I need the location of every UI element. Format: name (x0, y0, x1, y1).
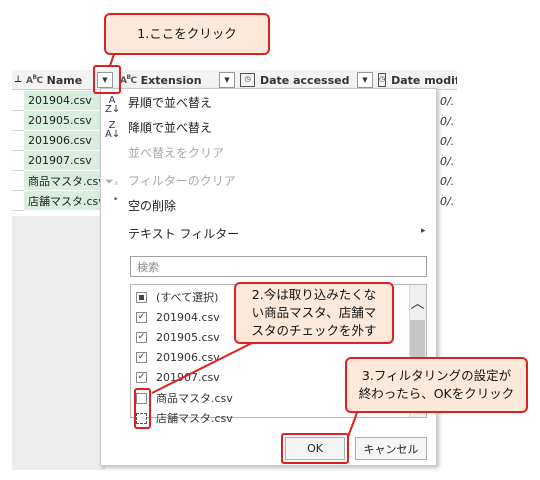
list-item-label: (すべて選択) (156, 291, 219, 304)
column-date-accessed-label: Date accessed (260, 73, 350, 87)
checkbox-checked[interactable]: ✓ (136, 311, 147, 323)
grid-empty-area (12, 216, 105, 470)
column-name-label: Name (46, 73, 83, 87)
menu-item-text-filter[interactable]: テキスト フィルター (128, 225, 239, 242)
date-modified-cell: 0/. (440, 154, 455, 168)
calendar-clock-icon: ◷ (378, 73, 387, 87)
cancel-button[interactable]: キャンセル (355, 437, 427, 460)
callout-text: スタのチェックを外す (251, 323, 377, 338)
table-row-cell[interactable]: 201905.csv (24, 111, 104, 131)
callout-text: 終わったら、OKをクリック (358, 386, 515, 401)
clear-filter-icon: ⏷ₓ (105, 175, 119, 188)
table-row-cell[interactable]: 201907.csv (24, 151, 104, 171)
column-date-modified-label: Date modifi (391, 73, 457, 87)
menu-item-sort-descending[interactable]: 降順で並べ替え (128, 119, 212, 136)
scrollbar-thumb[interactable] (410, 320, 425, 360)
date-modified-cell: 0/. (440, 94, 455, 108)
menu-item-sort-ascending[interactable]: 昇順で並べ替え (128, 94, 212, 111)
column-header-date-accessed[interactable]: ◷ Date accessed (240, 70, 352, 90)
list-item-label: 201905.csv (156, 330, 220, 344)
callout-text: 3.フィルタリングの設定が (361, 368, 512, 383)
row-number-cell (12, 151, 24, 171)
list-item[interactable]: ✓ 201905.csv (136, 328, 220, 346)
checkbox-checked[interactable]: ✓ (136, 331, 147, 343)
table-row-cell[interactable]: 商品マスタ.csv (24, 171, 104, 191)
checkbox-checked[interactable]: ✓ (136, 351, 147, 363)
list-item-label: 201906.csv (156, 350, 220, 364)
column-extension-label: Extension (140, 73, 202, 87)
highlight-ok-button (281, 433, 349, 464)
list-item[interactable]: ✓ 201904.csv (136, 308, 220, 326)
highlight-filter-button (93, 65, 121, 94)
table-row-cell[interactable]: 201906.csv (24, 131, 104, 151)
date-accessed-filter-button[interactable]: ▼ (357, 70, 375, 90)
sort-ascending-icon: A Z↓ (105, 95, 121, 115)
date-modified-cell: 0/. (440, 134, 455, 148)
table-row-cell[interactable]: 201904.csv (24, 91, 104, 111)
menu-item-clear-filter[interactable]: フィルターのクリア (128, 172, 236, 189)
list-item-label: 201904.csv (156, 310, 220, 324)
checkbox-partial[interactable] (136, 291, 147, 303)
column-header-date-modified[interactable]: ◷ Date modifi (378, 70, 457, 90)
callout-step-2: 2.今は取り込みたくな い商品マスタ、店舗マ スタのチェックを外す (234, 282, 394, 344)
row-number-cell (12, 111, 24, 131)
column-header-extension[interactable]: ABC Extension (120, 70, 220, 90)
callout-step-3: 3.フィルタリングの設定が 終わったら、OKをクリック (345, 357, 528, 413)
scroll-up-icon[interactable]: ︿ (409, 293, 426, 319)
list-item-label: 商品マスタ.csv (156, 392, 233, 405)
date-modified-cell: 0/. (440, 174, 455, 188)
submenu-arrow-icon: ▸ (421, 226, 426, 236)
filter-dropdown-icon: ▼ (357, 72, 373, 88)
list-item-label: 201907.csv (156, 370, 220, 384)
menu-item-clear-sort[interactable]: 並べ替えをクリア (128, 144, 224, 161)
text-type-icon: ABC (26, 74, 43, 86)
row-number-cell (12, 131, 24, 151)
callout-text: 2.今は取り込みたくな (251, 287, 377, 302)
highlight-checkboxes (134, 388, 151, 429)
extension-filter-button[interactable]: ▼ (219, 70, 237, 90)
list-item-select-all[interactable]: (すべて選択) (136, 288, 218, 306)
row-number-cell (12, 91, 24, 111)
list-item[interactable]: ✓ 201906.csv (136, 348, 220, 366)
callout-text: い商品マスタ、店舗マ (251, 305, 377, 320)
bullet-icon: • (113, 195, 119, 205)
column-header-name[interactable]: ABC Name (26, 70, 94, 90)
callout-step-1: 1.ここをクリック (104, 13, 270, 55)
date-modified-cell: 0/. (440, 114, 455, 128)
list-item-label: 店舗マスタ.csv (156, 412, 233, 425)
row-number-cell (12, 191, 24, 211)
date-modified-cell: 0/. (440, 194, 455, 208)
menu-item-remove-empty[interactable]: 空の削除 (128, 197, 176, 214)
filter-dropdown-icon: ▼ (219, 72, 235, 88)
row-selector-icon[interactable]: ⊥ (14, 70, 24, 90)
calendar-clock-icon: ◷ (240, 73, 255, 87)
search-input[interactable]: 検索 (130, 256, 427, 277)
list-item[interactable]: ✓ 201907.csv (136, 368, 220, 386)
table-row-cell[interactable]: 店舗マスタ.csv (24, 191, 104, 211)
sort-descending-icon: Z A↓ (105, 120, 121, 140)
text-type-icon: ABC (120, 74, 137, 86)
checkbox-checked[interactable]: ✓ (136, 371, 147, 383)
row-number-cell (12, 171, 24, 191)
